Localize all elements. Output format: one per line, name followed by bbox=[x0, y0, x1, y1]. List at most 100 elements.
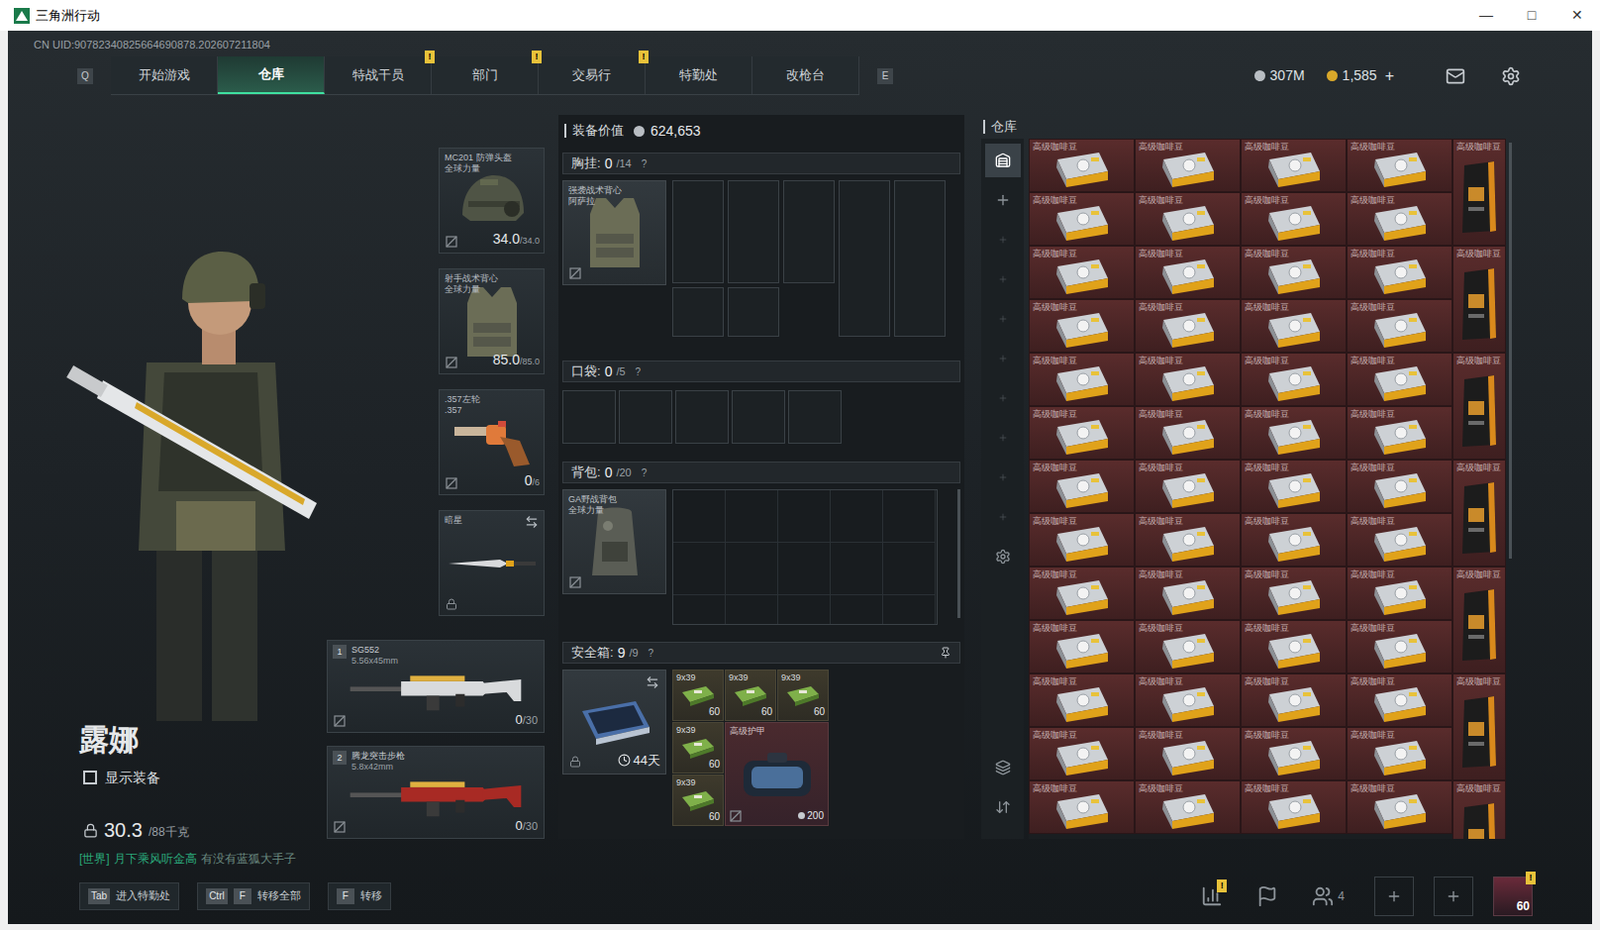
key-hint[interactable]: F转移 bbox=[327, 882, 392, 910]
player-avatar[interactable]: !60 bbox=[1493, 876, 1533, 916]
warehouse-item[interactable]: 高级咖啡豆 bbox=[1134, 405, 1241, 460]
warehouse-item[interactable]: 高级咖啡豆 bbox=[1240, 245, 1347, 300]
warehouse-side-button[interactable] bbox=[985, 381, 1021, 415]
safebox-item[interactable]: 9x3960 bbox=[777, 669, 829, 721]
warehouse-item[interactable]: 高级咖啡豆 bbox=[1346, 138, 1453, 193]
warehouse-item[interactable]: 高级咖啡豆 bbox=[1346, 405, 1453, 460]
container-item[interactable]: 强袭战术背心阿萨拉 bbox=[562, 180, 667, 286]
warehouse-item[interactable]: 高级咖啡豆 bbox=[1028, 566, 1135, 620]
key-hint[interactable]: Tab进入特勤处 bbox=[79, 882, 180, 910]
warehouse-item[interactable]: 高级咖啡豆 bbox=[1028, 299, 1135, 353]
backpack-slot[interactable] bbox=[673, 542, 726, 596]
window-control[interactable]: □ bbox=[1508, 0, 1555, 31]
warehouse-item[interactable]: 高级咖啡豆 bbox=[1028, 352, 1135, 406]
weapon-slot[interactable]: 1SG5525.56x45mm0/30 bbox=[326, 639, 545, 733]
warehouse-item[interactable]: 高级咖啡豆 bbox=[1028, 726, 1135, 781]
chat-line[interactable]: [世界]月下乘风听金高有没有蓝狐大手子 bbox=[7, 849, 327, 868]
chest-slot[interactable] bbox=[783, 180, 835, 284]
backpack-slot[interactable] bbox=[830, 490, 884, 543]
warehouse-side-button[interactable] bbox=[985, 183, 1021, 217]
pocket-slot[interactable] bbox=[562, 390, 616, 444]
warehouse-item[interactable]: 高级咖啡豆 bbox=[1240, 459, 1347, 513]
window-control[interactable]: — bbox=[1463, 0, 1509, 31]
warehouse-item[interactable]: 高级咖啡豆 bbox=[1028, 245, 1135, 300]
pocket-slot[interactable] bbox=[788, 390, 842, 444]
safebox-item[interactable]: 9x3960 bbox=[672, 774, 724, 826]
help-icon[interactable]: ? bbox=[641, 156, 648, 172]
warehouse-item[interactable]: 高级咖啡豆 bbox=[1134, 512, 1241, 567]
help-icon[interactable]: ? bbox=[635, 364, 642, 380]
safebox-item[interactable]: 9x3960 bbox=[724, 669, 777, 721]
chest-slot[interactable] bbox=[727, 287, 780, 337]
warehouse-item[interactable]: 高级咖啡豆 bbox=[1346, 459, 1453, 513]
nav-tab[interactable]: 特勤处 bbox=[645, 56, 753, 95]
warehouse-item[interactable]: 高级咖啡豆 bbox=[1028, 459, 1135, 513]
armor-slot[interactable]: 射手战术背心全球力量85.0/85.0 bbox=[438, 268, 545, 375]
pocket-slot[interactable] bbox=[618, 390, 673, 444]
warehouse-item[interactable]: 高级咖啡豆 bbox=[1134, 726, 1241, 781]
chest-slot[interactable] bbox=[838, 180, 891, 337]
invite-slot[interactable] bbox=[1374, 876, 1414, 916]
swap-icon[interactable] bbox=[524, 514, 539, 529]
chest-slot[interactable] bbox=[672, 180, 724, 284]
warehouse-item[interactable]: 高级咖啡豆 bbox=[1134, 299, 1241, 353]
warehouse-item[interactable]: 高级咖啡豆 bbox=[1240, 512, 1347, 567]
show-equipment[interactable]: 显示装备 bbox=[7, 766, 327, 789]
warehouse-item[interactable]: 高级咖啡豆 bbox=[1452, 780, 1506, 839]
nav-tab[interactable]: 交易行! bbox=[538, 56, 646, 95]
warehouse-item[interactable]: 高级咖啡豆 bbox=[1240, 619, 1347, 674]
warehouse-item[interactable]: 高级咖啡豆 bbox=[1452, 245, 1506, 353]
warehouse-side-button[interactable] bbox=[985, 301, 1021, 336]
backpack-slot[interactable] bbox=[883, 595, 936, 625]
safebox-item[interactable]: 9x3960 bbox=[672, 721, 724, 774]
backpack-slot[interactable] bbox=[778, 542, 831, 596]
warehouse-side-button[interactable] bbox=[985, 460, 1021, 495]
safebox-item[interactable]: 高级护甲200 bbox=[724, 721, 829, 826]
backpack-slot[interactable] bbox=[725, 490, 779, 543]
warehouse-item[interactable]: 高级咖啡豆 bbox=[1134, 566, 1241, 620]
warehouse-side-button[interactable] bbox=[985, 790, 1021, 824]
warehouse-side-button[interactable] bbox=[985, 222, 1021, 257]
warehouse-item[interactable]: 高级咖啡豆 bbox=[1240, 405, 1347, 460]
warehouse-item[interactable]: 高级咖啡豆 bbox=[1346, 192, 1453, 246]
warehouse-item[interactable]: 高级咖啡豆 bbox=[1134, 673, 1241, 727]
warehouse-item[interactable]: 高级咖啡豆 bbox=[1346, 619, 1453, 674]
sidearm-slot[interactable]: .357左轮.3570/6 bbox=[438, 389, 545, 496]
flag-icon[interactable] bbox=[1256, 885, 1279, 907]
help-icon[interactable]: ? bbox=[641, 465, 648, 481]
backpack-slot[interactable] bbox=[725, 542, 779, 596]
add-currency[interactable]: + bbox=[1385, 64, 1395, 89]
warehouse-side-button[interactable] bbox=[985, 420, 1021, 455]
nav-tab[interactable]: 改枪台 bbox=[752, 56, 860, 95]
currency[interactable]: 1,585+ bbox=[1326, 64, 1395, 89]
pocket-slot[interactable] bbox=[731, 390, 786, 444]
backpack-slot[interactable] bbox=[778, 595, 831, 625]
warehouse-item[interactable]: 高级咖啡豆 bbox=[1346, 299, 1453, 353]
warehouse-item[interactable]: 高级咖啡豆 bbox=[1346, 726, 1453, 781]
warehouse-item[interactable]: 高级咖啡豆 bbox=[1134, 459, 1241, 513]
squad-members[interactable]: 4 bbox=[1311, 885, 1345, 907]
warehouse-item[interactable]: 高级咖啡豆 bbox=[1134, 619, 1241, 674]
nav-tab[interactable]: 开始游戏 bbox=[110, 56, 218, 95]
backpack-slot[interactable] bbox=[830, 595, 884, 625]
nav-key[interactable]: Q bbox=[77, 68, 94, 85]
pocket-slot[interactable] bbox=[675, 390, 729, 444]
nav-key[interactable]: E bbox=[877, 68, 894, 85]
warehouse-item[interactable]: 高级咖啡豆 bbox=[1240, 726, 1347, 781]
backpack-slot[interactable] bbox=[673, 490, 726, 543]
helmet-slot[interactable]: MC201 防弹头盔全球力量34.0/34.0 bbox=[438, 147, 545, 254]
warehouse-item[interactable]: 高级咖啡豆 bbox=[1240, 138, 1347, 193]
warehouse-item[interactable]: 高级咖啡豆 bbox=[1452, 459, 1506, 567]
warehouse-item[interactable]: 高级咖啡豆 bbox=[1240, 299, 1347, 353]
nav-tab[interactable]: 仓库 bbox=[217, 56, 325, 95]
warehouse-item[interactable]: 高级咖啡豆 bbox=[1240, 192, 1347, 246]
safebox-case[interactable]: 44天 bbox=[562, 669, 667, 775]
chest-slot[interactable] bbox=[894, 180, 946, 337]
checkbox[interactable] bbox=[83, 770, 98, 785]
mail-icon[interactable] bbox=[1445, 66, 1466, 87]
warehouse-side-button[interactable] bbox=[985, 341, 1021, 376]
warehouse-side-button[interactable] bbox=[985, 262, 1021, 297]
warehouse-item[interactable]: 高级咖啡豆 bbox=[1346, 245, 1453, 300]
warehouse-item[interactable]: 高级咖啡豆 bbox=[1028, 192, 1135, 246]
pin-icon[interactable] bbox=[939, 646, 952, 659]
